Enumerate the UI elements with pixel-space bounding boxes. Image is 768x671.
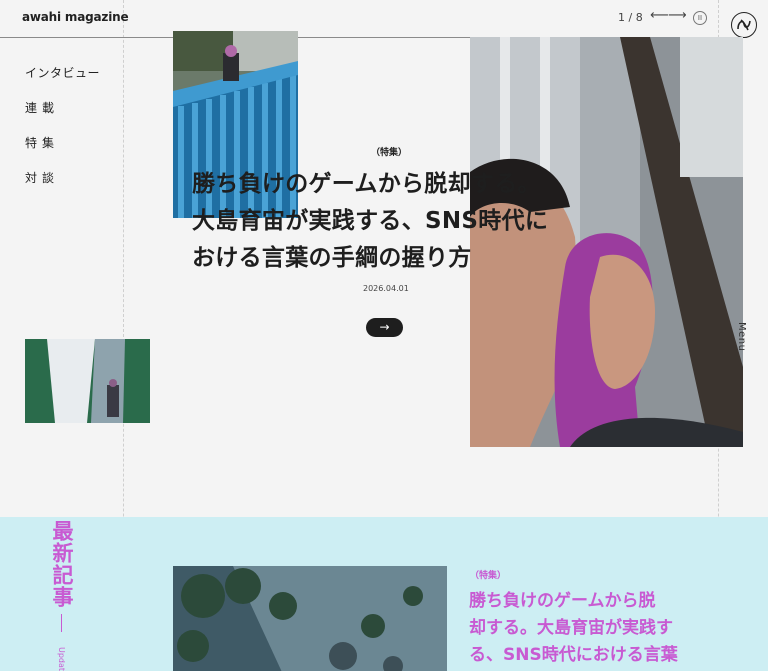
hero-title-line: おける言葉の手綱の握り方: [192, 245, 472, 271]
brand-mark-glyph: [737, 19, 751, 31]
latest-title-line: る、SNS時代における言葉: [469, 645, 678, 665]
latest-article-photo[interactable]: [173, 566, 447, 671]
hero-title-line: 勝ち負けのゲームから脱却する。: [192, 171, 541, 197]
latest-heading: 最新記事: [50, 520, 74, 608]
brand-mark-icon[interactable]: [731, 12, 757, 38]
hero-title-line: 大島育宙が実践する、SNS時代に: [192, 208, 549, 234]
hero-title[interactable]: 勝ち負けのゲームから脱却する。 大島育宙が実践する、SNS時代に おける言葉の手…: [192, 166, 592, 277]
site-logo[interactable]: awahi magazine: [22, 10, 129, 24]
nav-item-series[interactable]: 連載: [25, 99, 100, 116]
hero-category: （特集）: [371, 148, 408, 158]
photo-green-pillars: [25, 339, 150, 423]
nav-item-feature[interactable]: 特集: [25, 134, 100, 151]
latest-subheading: Update: [57, 647, 66, 671]
pause-button[interactable]: II: [693, 11, 707, 25]
latest-article-title[interactable]: 勝ち負けのゲームから脱 却する。大島育宙が実践す る、SNS時代における言葉: [469, 588, 699, 669]
latest-title-line: 勝ち負けのゲームから脱: [469, 591, 656, 611]
latest-title-line: 却する。大島育宙が実践す: [469, 618, 673, 638]
nav-item-dialogue[interactable]: 対談: [25, 169, 100, 186]
sidebar-nav: インタビュー 連載 特集 対談: [25, 64, 100, 204]
prev-slide-button[interactable]: ⟵: [650, 8, 669, 23]
nav-item-interview[interactable]: インタビュー: [25, 64, 100, 81]
hero-date: 2026.04.01: [363, 284, 409, 293]
latest-article-category: （特集）: [470, 571, 507, 581]
slide-counter: 1 / 8: [618, 11, 643, 24]
next-slide-button[interactable]: ⟶: [668, 8, 687, 23]
read-more-arrow-button[interactable]: →: [366, 318, 403, 337]
latest-articles-section: 最新記事 Update （特集） 勝ち負けのゲームから脱 却する。大島育宙が実践…: [0, 517, 768, 671]
menu-toggle[interactable]: Menu: [736, 322, 747, 351]
latest-heading-dash: [61, 614, 62, 632]
